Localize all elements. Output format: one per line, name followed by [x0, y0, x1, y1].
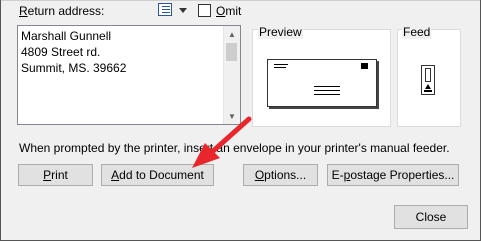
arrow-shaft [209, 116, 252, 155]
red-arrow-annotation [192, 116, 252, 168]
